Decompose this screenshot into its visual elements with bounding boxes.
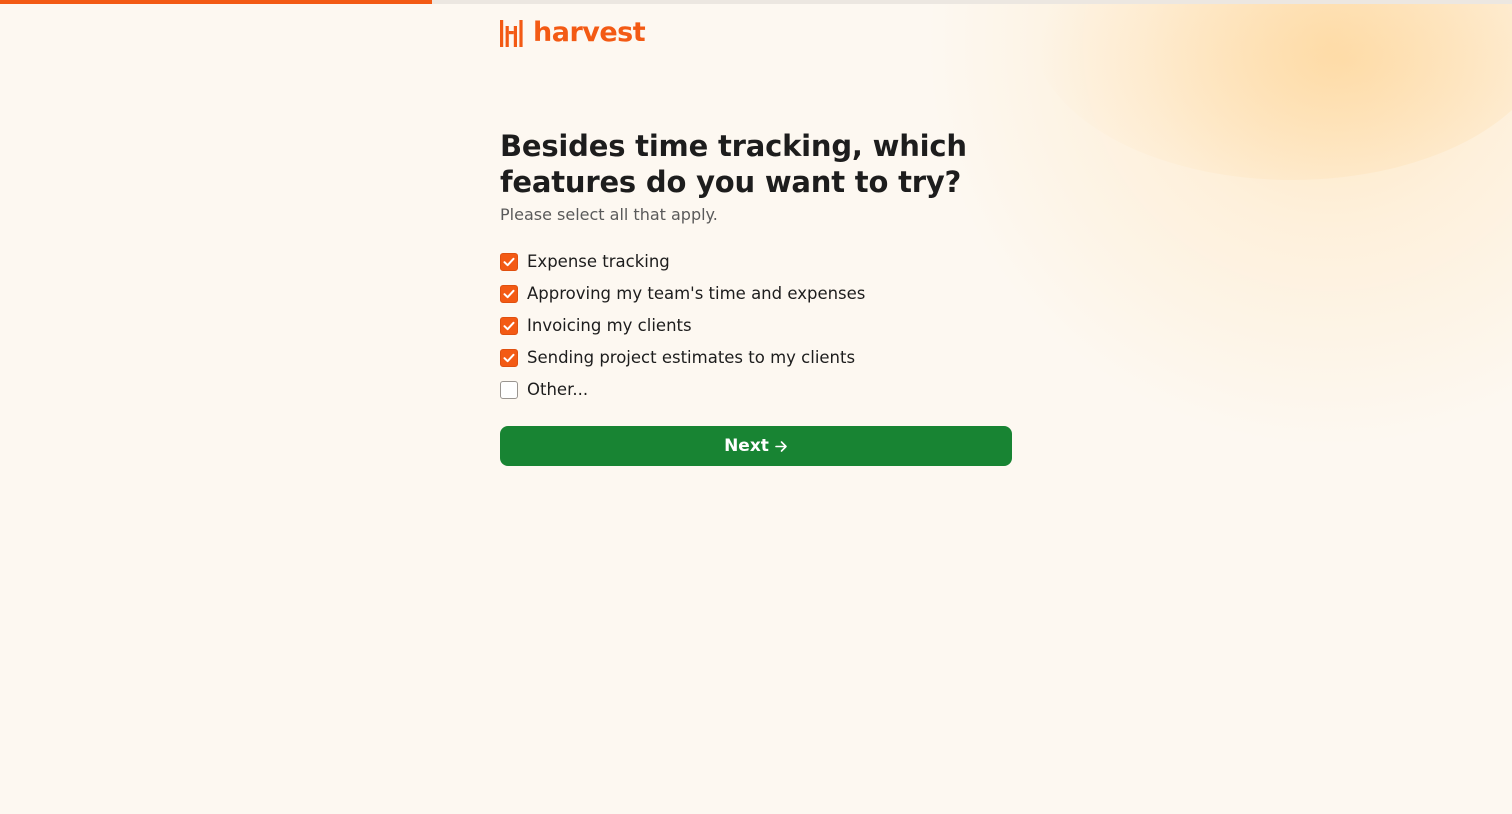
harvest-bars-icon	[500, 19, 523, 47]
option-project-estimates[interactable]: Sending project estimates to my clients	[500, 347, 1012, 369]
onboarding-page: harvest Besides time tracking, which fea…	[0, 0, 1512, 814]
checkbox-checked[interactable]	[500, 285, 518, 303]
progress-bar	[0, 0, 1512, 4]
checkmark-icon	[503, 257, 515, 267]
question-subtitle: Please select all that apply.	[500, 205, 718, 224]
progress-bar-fill	[0, 0, 432, 4]
background-glow-accent	[1032, 0, 1512, 180]
option-other[interactable]: Other...	[500, 379, 1012, 401]
option-label: Sending project estimates to my clients	[527, 348, 856, 367]
arrow-right-icon	[775, 440, 788, 453]
option-expense-tracking[interactable]: Expense tracking	[500, 251, 1012, 273]
next-button[interactable]: Next	[500, 426, 1012, 466]
checkmark-icon	[503, 353, 515, 363]
question-form: Besides time tracking, which features do…	[500, 128, 1012, 466]
brand-name: harvest	[533, 17, 646, 48]
checkmark-icon	[503, 289, 515, 299]
checkbox-checked[interactable]	[500, 349, 518, 367]
checkbox-unchecked[interactable]	[500, 381, 518, 399]
checkbox-checked[interactable]	[500, 253, 518, 271]
option-label: Invoicing my clients	[527, 316, 692, 335]
option-label: Approving my team's time and expenses	[527, 284, 866, 303]
option-label: Expense tracking	[527, 252, 670, 271]
option-label: Other...	[527, 380, 589, 399]
next-button-label: Next	[724, 436, 769, 456]
harvest-logo: harvest	[500, 17, 646, 48]
option-approving-time-expenses[interactable]: Approving my team's time and expenses	[500, 283, 1012, 305]
option-invoicing-clients[interactable]: Invoicing my clients	[500, 315, 1012, 337]
question-title: Besides time tracking, which features do…	[500, 129, 967, 199]
feature-options: Expense tracking Approving my team's tim…	[500, 251, 1012, 401]
checkbox-checked[interactable]	[500, 317, 518, 335]
checkmark-icon	[503, 321, 515, 331]
